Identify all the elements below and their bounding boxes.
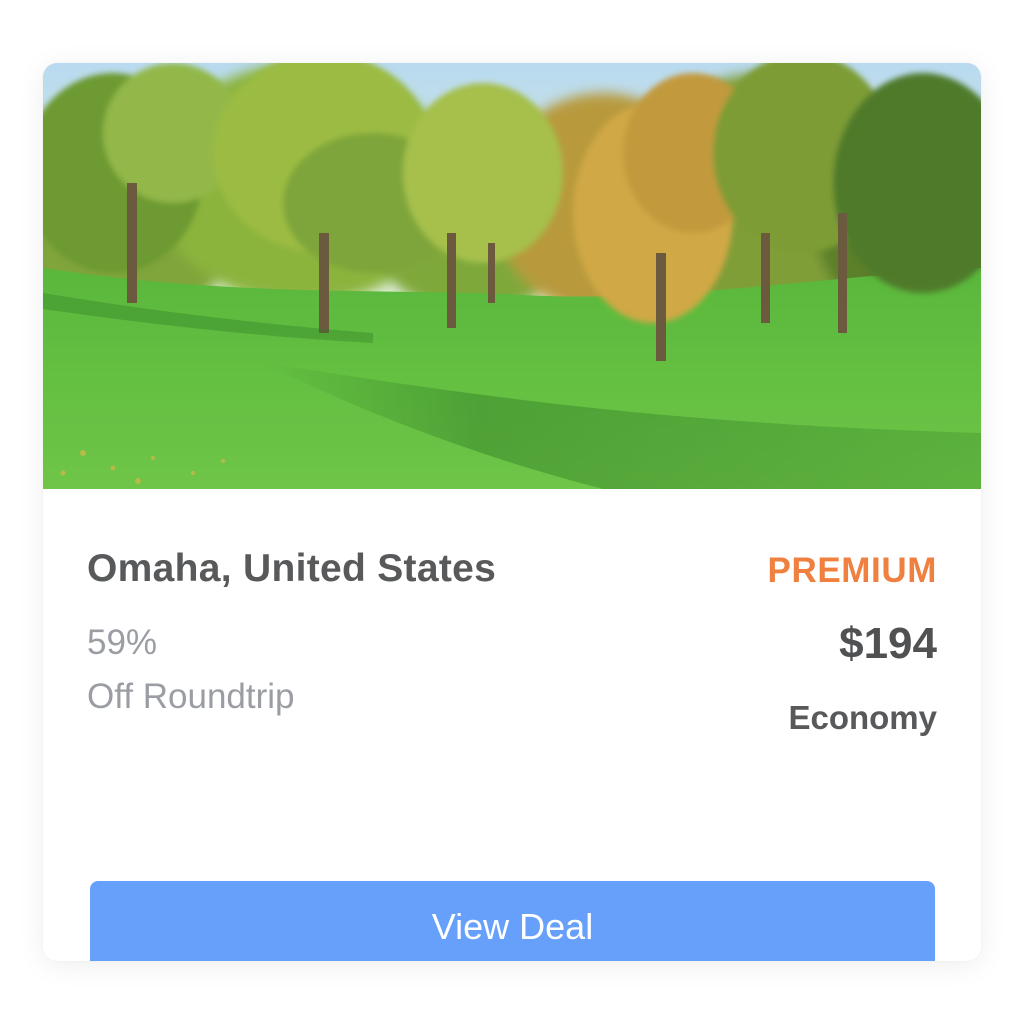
destination-title: Omaha, United States [87, 547, 497, 590]
page: Omaha, United States 59% Off Roundtrip P… [0, 0, 1024, 1024]
deal-card[interactable]: Omaha, United States 59% Off Roundtrip P… [43, 63, 981, 961]
deal-price: $194 [839, 619, 937, 668]
premium-badge: PREMIUM [767, 551, 937, 590]
trip-type-label: Off Roundtrip [87, 677, 295, 716]
deal-details: Omaha, United States 59% Off Roundtrip P… [43, 489, 981, 961]
discount-percent: 59% [87, 623, 158, 662]
view-deal-button[interactable]: View Deal [90, 881, 935, 961]
cabin-class: Economy [788, 699, 937, 736]
destination-photo [43, 63, 981, 489]
